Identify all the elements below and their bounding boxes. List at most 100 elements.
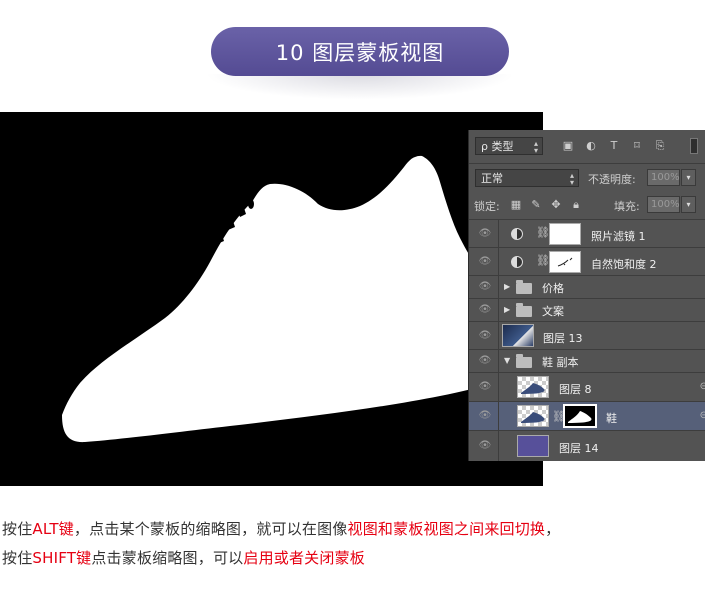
- eye-icon[interactable]: 👁︎: [477, 330, 493, 341]
- eye-icon[interactable]: 👁︎: [477, 355, 493, 366]
- fill-label: 填充:: [614, 200, 640, 213]
- folder-icon: [516, 303, 532, 317]
- chain-link-icon[interactable]: ⛓︎: [536, 254, 550, 267]
- brush-icon[interactable]: ✎: [529, 198, 543, 212]
- expand-arrow-icon[interactable]: ▶: [504, 305, 510, 314]
- folder-open-icon: [516, 354, 532, 368]
- shoe-thumbnail-image: [521, 412, 545, 423]
- layer-style-icon[interactable]: ⊝: [700, 381, 705, 392]
- layer-row-vibrance[interactable]: 👁︎ ⛓︎ 自然饱和度 2: [469, 247, 705, 275]
- smart-object-filter-icon[interactable]: ⎘: [653, 139, 667, 153]
- caption-line-2: 按住SHIFT键点击蒙板缩略图，可以启用或者关闭蒙板: [2, 547, 365, 568]
- filter-type-select[interactable]: ρ 类型 ▴ ▾: [475, 137, 543, 155]
- opacity-input[interactable]: 100%: [647, 169, 680, 186]
- lock-label: 锁定:: [474, 200, 500, 213]
- layer-name: 图层 13: [543, 332, 583, 345]
- layer-style-icon[interactable]: ⊝: [700, 410, 705, 421]
- shape-filter-icon[interactable]: ⌑: [630, 139, 644, 153]
- adjustment-layer-icon: [511, 228, 523, 240]
- layer-name: 鞋 副本: [542, 356, 579, 369]
- caption-highlight: 视图和蒙板视图之间来回切换: [347, 520, 546, 538]
- layer-name: 照片滤镜 1: [591, 230, 646, 243]
- caption-highlight: 启用或者关闭蒙板: [243, 549, 365, 567]
- eye-icon[interactable]: 👁︎: [477, 440, 493, 451]
- layer-name: 鞋: [606, 412, 617, 425]
- shoe-mask-thumbnail: [568, 411, 592, 423]
- divider: [498, 402, 499, 430]
- filter-type-label: ρ 类型: [481, 140, 514, 153]
- lock-transparent-pixels-icon[interactable]: ▦: [509, 198, 523, 212]
- text-filter-icon[interactable]: T: [607, 139, 621, 153]
- layer-thumbnail[interactable]: [517, 376, 549, 398]
- layer-mask-thumbnail[interactable]: [563, 404, 597, 428]
- caption-line-1: 按住ALT键，点击某个蒙板的缩略图，就可以在图像视图和蒙板视图之间来回切换，: [2, 518, 560, 539]
- layer-thumbnail[interactable]: [502, 324, 534, 347]
- layer-row-layer14[interactable]: 👁︎ 图层 14: [469, 430, 705, 461]
- divider: [498, 299, 499, 321]
- layer-name: 图层 14: [559, 442, 599, 455]
- opacity-dropdown-button[interactable]: ▾: [681, 169, 696, 186]
- divider: [498, 248, 499, 275]
- layer-row-shoe-selected[interactable]: 👁︎ ⛓︎ 鞋 ⊝: [469, 401, 705, 430]
- eye-icon[interactable]: 👁︎: [477, 256, 493, 267]
- image-filter-icon[interactable]: ▣: [561, 139, 575, 153]
- filter-row: ρ 类型 ▴ ▾ ▣ ◐ T ⌑ ⎘: [469, 130, 705, 163]
- page-title: 10 图层蒙板视图: [211, 27, 509, 76]
- fill-dropdown-button[interactable]: ▾: [681, 196, 696, 213]
- adjustment-layer-icon: [511, 256, 523, 268]
- blend-row: 正常 ▴ ▾ 不透明度: 100% ▾: [469, 164, 705, 192]
- lock-row: 锁定: ▦ ✎ ✥ 🔒︎ 填充: 100% ▾: [469, 192, 705, 219]
- eye-icon[interactable]: 👁︎: [477, 381, 493, 392]
- mask-view-canvas: [0, 112, 543, 486]
- layer-row-photo-filter[interactable]: 👁︎ ⛓︎ 照片滤镜 1: [469, 219, 705, 247]
- layer-mask-thumbnail[interactable]: [549, 251, 581, 273]
- caption-highlight: SHIFT键: [32, 549, 92, 567]
- layer-name: 文案: [542, 305, 564, 318]
- eye-icon[interactable]: 👁︎: [477, 228, 493, 239]
- blend-mode-value: 正常: [481, 172, 503, 185]
- fill-input[interactable]: 100%: [647, 196, 680, 213]
- updown-arrow-icon: ▴ ▾: [569, 171, 574, 187]
- opacity-label: 不透明度:: [588, 173, 636, 186]
- divider: [498, 220, 499, 247]
- blend-mode-select[interactable]: 正常 ▴ ▾: [475, 169, 579, 187]
- divider: [498, 431, 499, 461]
- updown-arrow-icon: ▴ ▾: [533, 139, 538, 155]
- collapse-arrow-icon[interactable]: ▼: [504, 356, 510, 365]
- layers-panel: ρ 类型 ▴ ▾ ▣ ◐ T ⌑ ⎘ 正常 ▴ ▾ 不透明度: 100% ▾ 锁定:…: [468, 130, 705, 461]
- adjustment-filter-icon[interactable]: ◐: [584, 139, 598, 153]
- title-shadow: [205, 74, 515, 100]
- expand-arrow-icon[interactable]: ▶: [504, 282, 510, 291]
- layer-row-layer13[interactable]: 👁︎ 图层 13: [469, 321, 705, 349]
- divider: [498, 350, 499, 372]
- layer-mask-thumbnail[interactable]: [549, 223, 581, 245]
- layer-row-group-price[interactable]: 👁︎ ▶ 价格: [469, 275, 705, 298]
- lock-icon[interactable]: 🔒︎: [569, 198, 583, 212]
- layer-row-group-shoe-copy[interactable]: 👁︎ ▼ 鞋 副本: [469, 349, 705, 372]
- caption-highlight: ALT键: [32, 520, 74, 538]
- caption-text: 按住: [2, 549, 33, 567]
- divider: [498, 322, 499, 349]
- caption-text: ，点击某个蒙板的缩略图，就可以在图像: [73, 520, 348, 538]
- caption-text: 点击蒙板缩略图，可以: [91, 549, 244, 567]
- eye-icon[interactable]: 👁︎: [477, 304, 493, 315]
- filter-toggle-switch[interactable]: [690, 138, 698, 154]
- layer-name: 自然饱和度 2: [591, 258, 657, 271]
- eye-icon[interactable]: 👁︎: [477, 410, 493, 421]
- move-icon[interactable]: ✥: [549, 198, 563, 212]
- chain-link-icon[interactable]: ⛓︎: [536, 226, 550, 239]
- layer-color-thumbnail[interactable]: [517, 435, 549, 457]
- divider: [498, 373, 499, 401]
- layer-row-layer8[interactable]: 👁︎ 图层 8 ⊝: [469, 372, 705, 401]
- caption-text: 按住: [2, 520, 33, 538]
- mask-marks: [557, 257, 573, 267]
- eye-icon[interactable]: 👁︎: [477, 281, 493, 292]
- caption-text: ，: [545, 520, 561, 538]
- shoe-mask-silhouette: [62, 153, 534, 443]
- layer-row-group-copy[interactable]: 👁︎ ▶ 文案: [469, 298, 705, 321]
- shoe-thumbnail-image: [521, 383, 545, 394]
- divider: [498, 276, 499, 298]
- layer-name: 图层 8: [559, 383, 592, 396]
- layer-thumbnail[interactable]: [517, 405, 549, 427]
- folder-icon: [516, 280, 532, 294]
